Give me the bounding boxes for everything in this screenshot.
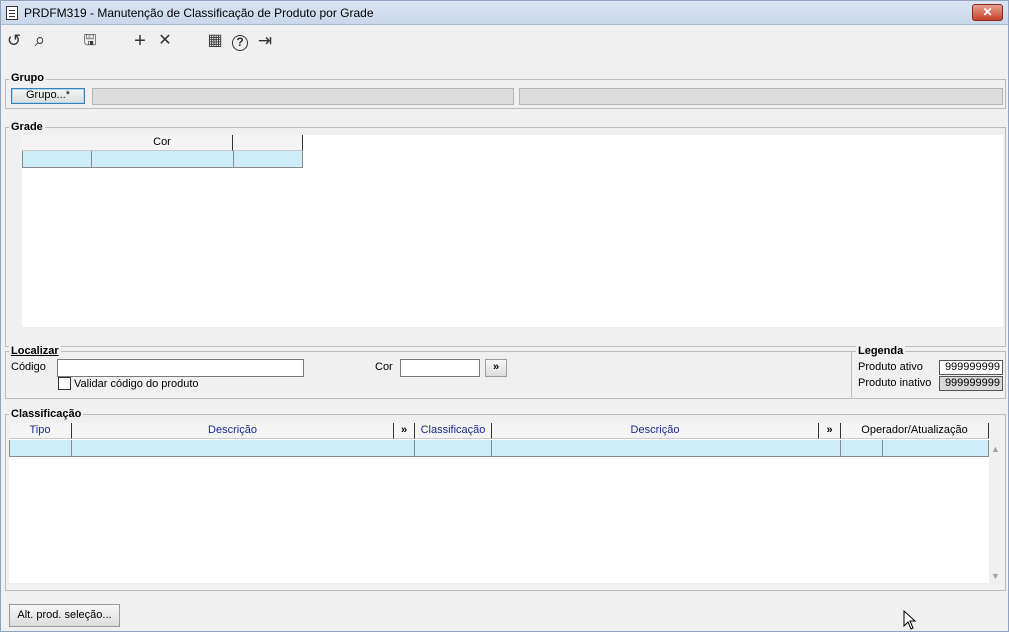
- codigo-input[interactable]: [57, 359, 304, 377]
- scroll-up-arrow[interactable]: ▲: [991, 444, 1000, 454]
- grade-cell[interactable]: [234, 151, 303, 168]
- grupo-button[interactable]: Grupo...*: [11, 88, 85, 104]
- col-tipo[interactable]: Tipo: [9, 423, 72, 439]
- classificacao-cell[interactable]: [415, 440, 492, 457]
- col-classificacao[interactable]: Classificação: [415, 423, 492, 439]
- grade-grid-area: Cor: [22, 135, 1003, 327]
- col-descricao-classificacao[interactable]: Descrição: [492, 423, 819, 439]
- plus-icon[interactable]: +: [129, 29, 151, 53]
- classificacao-grid-area: Tipo Descrição » Classificação Descrição…: [9, 423, 989, 583]
- undo-icon[interactable]: ↺: [3, 29, 25, 53]
- mouse-cursor-icon: [903, 610, 917, 630]
- produto-inativo-label: Produto inativo: [858, 377, 932, 389]
- col-descricao[interactable]: Descrição: [72, 423, 394, 439]
- document-icon: [6, 6, 18, 20]
- legenda-group: [851, 351, 1006, 399]
- main-window: PRDFM319 - Manutenção de Classificação d…: [0, 0, 1009, 632]
- grupo-code-field[interactable]: [92, 88, 514, 105]
- col-operador[interactable]: Operador/Atualização: [841, 423, 989, 439]
- classificacao-label: Classificação: [9, 408, 84, 420]
- alt-prod-selecao-button[interactable]: Alt. prod. seleção...: [9, 604, 120, 627]
- legenda-label: Legenda: [856, 345, 906, 357]
- window-title: PRDFM319 - Manutenção de Classificação d…: [24, 6, 374, 20]
- produto-ativo-label: Produto ativo: [858, 361, 923, 373]
- expand-classificacao-button[interactable]: »: [819, 423, 841, 439]
- close-button[interactable]: ✕: [972, 4, 1003, 21]
- exit-icon[interactable]: ⇥: [254, 29, 276, 53]
- grade-header-blank: [22, 135, 92, 151]
- cor-label: Cor: [375, 361, 393, 373]
- grade-header-cor[interactable]: Cor: [92, 135, 233, 151]
- grade-label: Grade: [9, 121, 45, 133]
- delete-icon[interactable]: ✕: [154, 29, 176, 53]
- produto-inativo-sample: 999999999: [939, 376, 1003, 391]
- grupo-label: Grupo: [9, 72, 46, 84]
- localizar-go-button[interactable]: »: [485, 359, 507, 377]
- help-glyph: ?: [232, 35, 248, 51]
- save-icon[interactable]: 🖫: [79, 29, 101, 53]
- expand-descricao-button[interactable]: »: [394, 423, 415, 439]
- grade-cell[interactable]: [22, 151, 92, 168]
- localizar-label: Localizar: [9, 345, 61, 357]
- classificacao-cell[interactable]: [72, 440, 415, 457]
- help-icon[interactable]: ?: [229, 29, 251, 53]
- codigo-label: Código: [11, 361, 46, 373]
- calendar-icon[interactable]: ▦: [204, 29, 226, 53]
- classificacao-cell[interactable]: [492, 440, 841, 457]
- validar-checkbox[interactable]: [58, 377, 71, 390]
- grade-header-extra[interactable]: [233, 135, 303, 151]
- grupo-description-field[interactable]: [519, 88, 1003, 105]
- scroll-down-arrow[interactable]: ▼: [991, 571, 1000, 581]
- search-icon[interactable]: ⌕: [29, 29, 51, 53]
- title-bar: PRDFM319 - Manutenção de Classificação d…: [1, 1, 1008, 25]
- toolbar: ↺ ⌕ 🖫 + ✕ ▦ ? ⇥: [1, 29, 301, 55]
- classificacao-cell[interactable]: [883, 440, 989, 457]
- produto-ativo-sample: 999999999: [939, 360, 1003, 375]
- grade-cell[interactable]: [92, 151, 234, 168]
- classificacao-cell[interactable]: [9, 440, 72, 457]
- validar-label: Validar código do produto: [74, 378, 199, 390]
- classificacao-cell[interactable]: [841, 440, 883, 457]
- cor-input[interactable]: [400, 359, 480, 377]
